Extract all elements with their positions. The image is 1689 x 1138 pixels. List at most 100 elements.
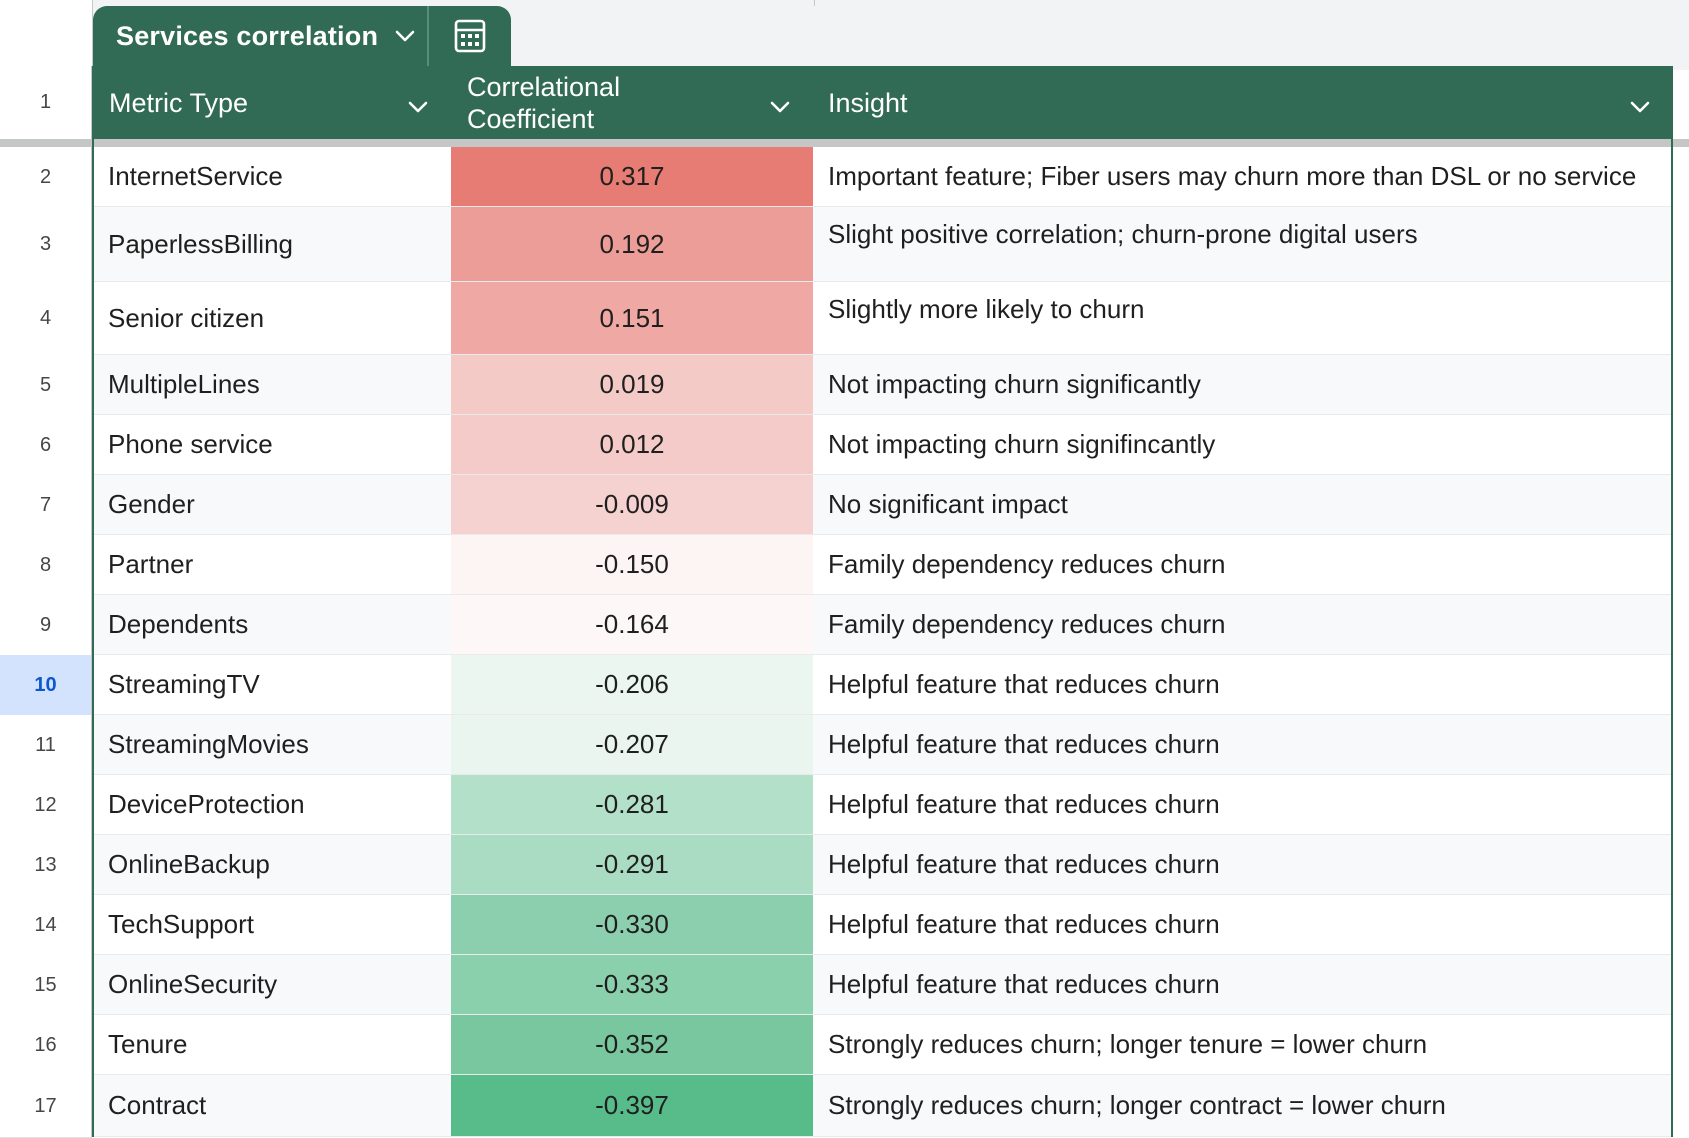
chevron-down-icon[interactable]	[394, 29, 416, 43]
insight-cell[interactable]: Strongly reduces churn; longer tenure = …	[813, 1015, 1673, 1074]
column-header-metric-type[interactable]: Metric Type	[93, 66, 451, 139]
metric-type-cell[interactable]: DeviceProtection	[93, 775, 451, 834]
metric-type-cell[interactable]: StreamingMovies	[93, 715, 451, 774]
coefficient-cell[interactable]: -0.150	[451, 535, 813, 594]
coefficient-cell[interactable]: -0.333	[451, 955, 813, 1014]
chevron-down-icon[interactable]	[407, 90, 429, 121]
row-number[interactable]: 7	[0, 475, 92, 536]
column-header-label: Insight	[828, 87, 908, 118]
insight-cell[interactable]: Important feature; Fiber users may churn…	[813, 147, 1673, 206]
column-header-label: Metric Type	[109, 87, 249, 118]
insight-cell[interactable]: Not impacting churn signifincantly	[813, 415, 1673, 474]
row-number[interactable]: 2	[0, 147, 92, 208]
row-number[interactable]: 12	[0, 775, 92, 836]
table-tab-bar: Services correlation	[93, 6, 511, 66]
metric-type-cell[interactable]: Senior citizen	[93, 282, 451, 354]
insight-cell[interactable]: Helpful feature that reduces churn	[813, 655, 1673, 714]
table-border	[1671, 66, 1673, 1137]
column-header-label-line: Coefficient	[467, 103, 595, 134]
chevron-down-icon[interactable]	[769, 90, 791, 121]
coefficient-cell[interactable]: 0.019	[451, 355, 813, 414]
coefficient-cell[interactable]: 0.192	[451, 207, 813, 281]
table-row: PaperlessBilling 0.192 Slight positive cor…	[93, 207, 1673, 282]
insight-cell[interactable]: Helpful feature that reduces churn	[813, 955, 1673, 1014]
metric-type-cell[interactable]: Tenure	[93, 1015, 451, 1074]
row-number[interactable]: 15	[0, 955, 92, 1016]
insight-cell[interactable]: Not impacting churn significantly	[813, 355, 1673, 414]
metric-type-cell[interactable]: PaperlessBilling	[93, 207, 451, 281]
table-row: InternetService 0.317 Important feature; F…	[93, 147, 1673, 207]
metric-type-cell[interactable]: Contract	[93, 1075, 451, 1136]
row-number[interactable]: 3	[0, 207, 92, 283]
metric-type-cell[interactable]: Gender	[93, 475, 451, 534]
row-number[interactable]: 8	[0, 535, 92, 596]
coefficient-cell[interactable]: -0.164	[451, 595, 813, 654]
coefficient-cell[interactable]: -0.330	[451, 895, 813, 954]
row-number[interactable]: 10	[0, 655, 92, 716]
row-number[interactable]: 11	[0, 715, 92, 776]
insight-cell[interactable]: Slightly more likely to churn	[813, 282, 1673, 354]
metric-type-cell[interactable]: TechSupport	[93, 895, 451, 954]
column-header-coefficient[interactable]: Correlational Coefficient	[451, 66, 813, 139]
table-row: Dependents -0.164 Family dependency reduce…	[93, 595, 1673, 655]
metric-type-cell[interactable]: OnlineSecurity	[93, 955, 451, 1014]
table-row: Gender -0.009 No significant impact	[93, 475, 1673, 535]
table-row: TechSupport -0.330 Helpful feature that re…	[93, 895, 1673, 955]
table-row: Phone service 0.012 Not impacting churn si…	[93, 415, 1673, 475]
coefficient-cell[interactable]: -0.009	[451, 475, 813, 534]
table-row: DeviceProtection -0.281 Helpful feature th…	[93, 775, 1673, 835]
table-row: Partner -0.150 Family dependency reduces c…	[93, 535, 1673, 595]
coefficient-cell[interactable]: 0.151	[451, 282, 813, 354]
table-row: Senior citizen 0.151 Slightly more likely …	[93, 282, 1673, 355]
coefficient-cell[interactable]: -0.206	[451, 655, 813, 714]
coefficient-cell[interactable]: 0.012	[451, 415, 813, 474]
metric-type-cell[interactable]: OnlineBackup	[93, 835, 451, 894]
row-number[interactable]: 16	[0, 1015, 92, 1076]
row-number[interactable]: 13	[0, 835, 92, 896]
metric-type-cell[interactable]: MultipleLines	[93, 355, 451, 414]
table-name: Services correlation	[116, 20, 379, 51]
insight-cell[interactable]: Helpful feature that reduces churn	[813, 715, 1673, 774]
table-row: StreamingTV -0.206 Helpful feature that re…	[93, 655, 1673, 715]
column-header-label: Correlational Coefficient	[467, 71, 620, 135]
insight-cell[interactable]: Family dependency reduces churn	[813, 595, 1673, 654]
table-row: MultipleLines 0.019 Not impacting churn si…	[93, 355, 1673, 415]
insight-cell[interactable]: Slight positive correlation; churn-prone…	[813, 207, 1673, 281]
row-number[interactable]: 9	[0, 595, 92, 656]
table-row: StreamingMovies -0.207 Helpful feature tha…	[93, 715, 1673, 775]
row-number[interactable]: 14	[0, 895, 92, 956]
chevron-down-icon[interactable]	[1629, 90, 1651, 121]
metric-type-cell[interactable]: InternetService	[93, 147, 451, 206]
row-number[interactable]: 6	[0, 415, 92, 476]
table-row: OnlineBackup -0.291 Helpful feature that r…	[93, 835, 1673, 895]
table-name-tab[interactable]: Services correlation	[93, 6, 427, 66]
coefficient-cell[interactable]: -0.352	[451, 1015, 813, 1074]
metric-type-cell[interactable]: StreamingTV	[93, 655, 451, 714]
table-header-row: Metric Type Correlational Coefficient In…	[93, 66, 1673, 139]
row-number[interactable]: 4	[0, 282, 92, 356]
table-row: OnlineSecurity -0.333 Helpful feature that…	[93, 955, 1673, 1015]
coefficient-cell[interactable]: -0.291	[451, 835, 813, 894]
insight-cell[interactable]: Strongly reduces churn; longer contract …	[813, 1075, 1673, 1136]
insight-cell[interactable]: Family dependency reduces churn	[813, 535, 1673, 594]
column-divider	[814, 0, 815, 6]
metric-type-cell[interactable]: Phone service	[93, 415, 451, 474]
insight-cell[interactable]: No significant impact	[813, 475, 1673, 534]
row-number[interactable]: 17	[0, 1075, 92, 1138]
coefficient-cell[interactable]: -0.397	[451, 1075, 813, 1136]
frozen-row-divider[interactable]	[0, 139, 1689, 147]
coefficient-cell[interactable]: -0.207	[451, 715, 813, 774]
insight-cell[interactable]: Helpful feature that reduces churn	[813, 775, 1673, 834]
row-number[interactable]: 5	[0, 355, 92, 416]
row-number[interactable]: 1	[0, 66, 92, 140]
table-row: Tenure -0.352 Strongly reduces churn; long…	[93, 1015, 1673, 1075]
column-header-insight[interactable]: Insight	[813, 66, 1673, 139]
insight-cell[interactable]: Helpful feature that reduces churn	[813, 895, 1673, 954]
table-row: Contract -0.397 Strongly reduces churn; lo…	[93, 1075, 1673, 1137]
coefficient-cell[interactable]: -0.281	[451, 775, 813, 834]
metric-type-cell[interactable]: Partner	[93, 535, 451, 594]
metric-type-cell[interactable]: Dependents	[93, 595, 451, 654]
coefficient-cell[interactable]: 0.317	[451, 147, 813, 206]
calculator-icon[interactable]	[429, 6, 511, 66]
insight-cell[interactable]: Helpful feature that reduces churn	[813, 835, 1673, 894]
